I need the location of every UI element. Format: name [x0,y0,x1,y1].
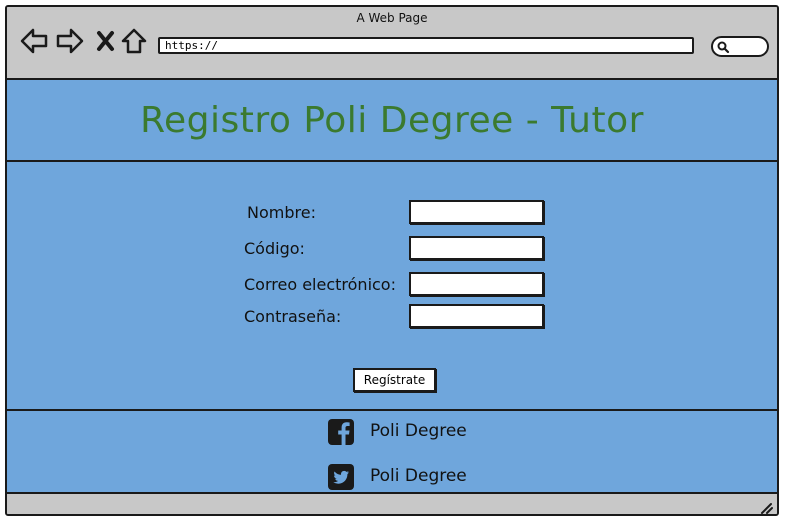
registrate-button[interactable]: Regístrate [353,368,436,392]
back-button[interactable] [19,26,49,56]
facebook-icon [328,419,354,445]
twitter-icon [328,464,354,490]
correo-label: Correo electrónico: [244,275,396,294]
search-icon [717,41,730,54]
close-x-icon [97,31,114,51]
page-header: Registro Poli Degree - Tutor [7,80,777,162]
forward-button[interactable] [55,26,85,56]
codigo-label: Código: [244,239,305,258]
twitter-link-label: Poli Degree [370,466,467,486]
window-title: A Web Page [356,11,428,25]
nombre-input[interactable] [409,200,544,224]
browser-window: A Web Page https:// Registro Poli Degree… [5,5,779,516]
correo-input[interactable] [409,272,544,296]
contrasena-input[interactable] [409,304,544,328]
home-icon [121,28,147,54]
page-title: Registro Poli Degree - Tutor [140,100,644,141]
status-bar [7,492,777,514]
forward-arrow-icon [56,28,84,54]
address-bar[interactable]: https:// [158,37,694,54]
nombre-label: Nombre: [247,203,316,222]
footer-divider [7,409,777,411]
browser-chrome: A Web Page https:// [7,7,777,78]
resize-grip-icon[interactable] [759,500,773,514]
contrasena-label: Contraseña: [244,307,342,326]
page-content: Registro Poli Degree - Tutor Nombre: Cód… [7,78,777,492]
home-button[interactable] [119,26,149,56]
codigo-input[interactable] [409,236,544,260]
facebook-link-label: Poli Degree [370,421,467,441]
back-arrow-icon [20,28,48,54]
browser-search-field[interactable] [711,36,769,57]
